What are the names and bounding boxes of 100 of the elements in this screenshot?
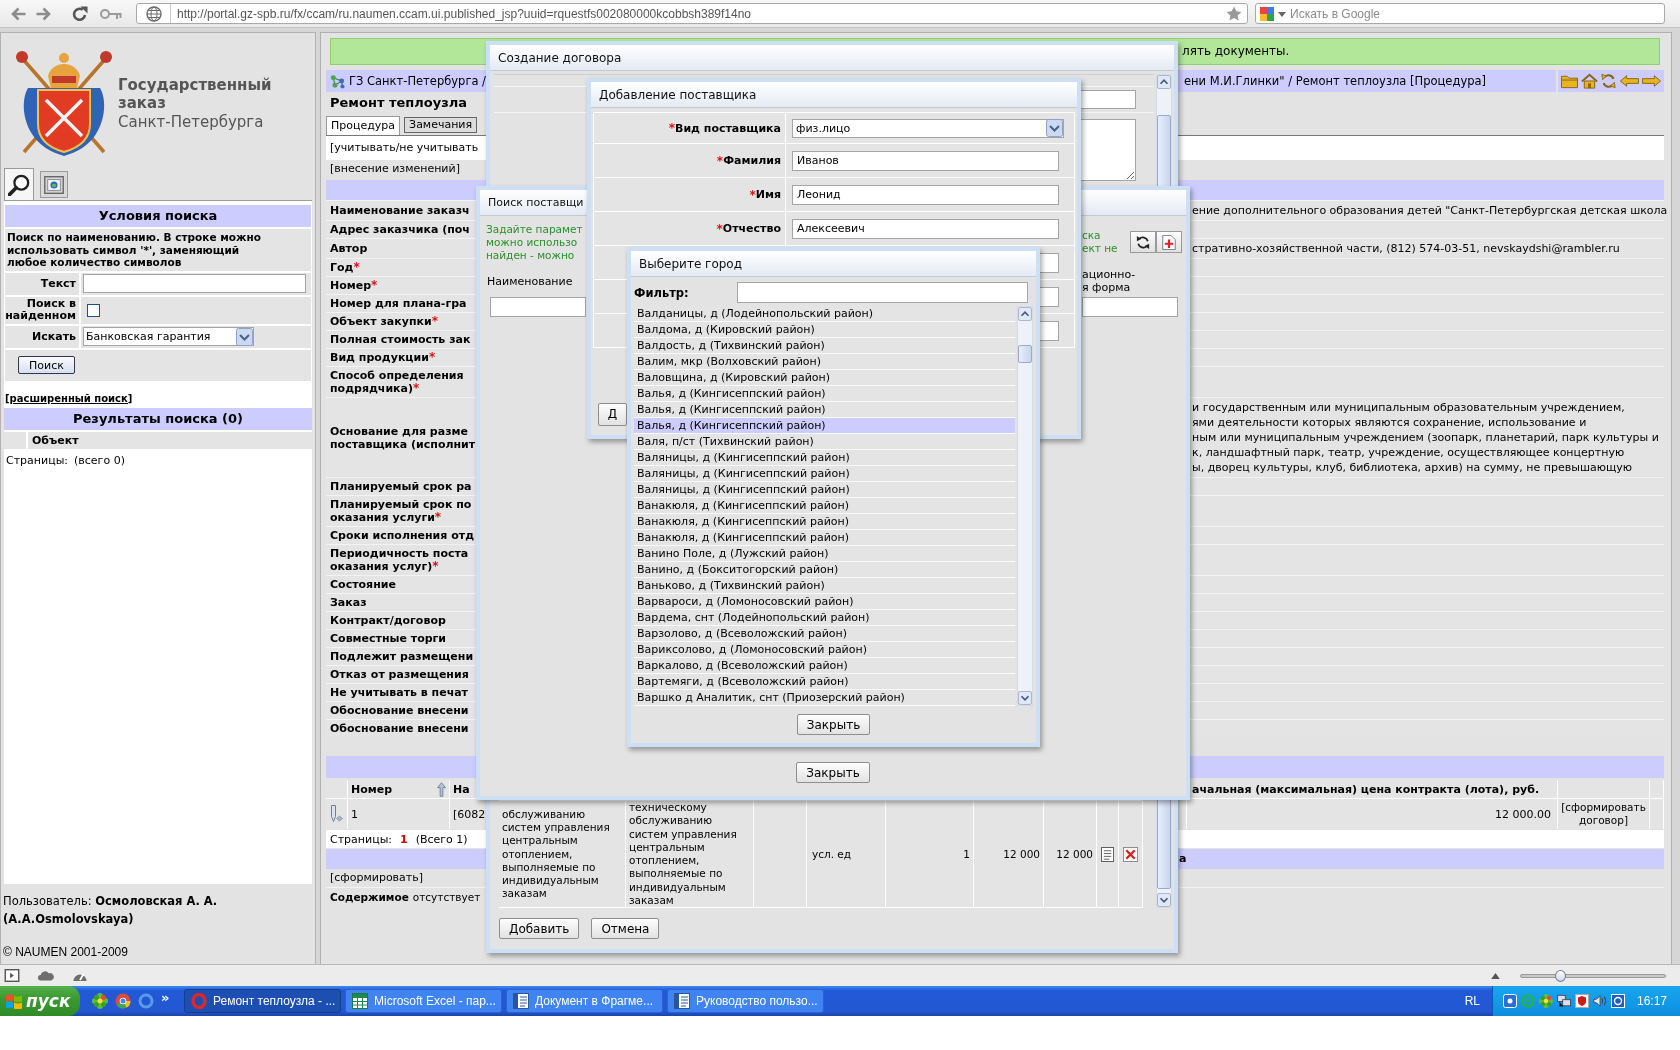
checkbox[interactable] xyxy=(87,303,100,317)
tile-icon[interactable] xyxy=(1503,994,1517,1008)
list-item[interactable]: Валим, мкр (Волховский район) xyxy=(634,354,1015,370)
text-field[interactable] xyxy=(1080,90,1136,109)
language-indicator[interactable]: RL xyxy=(1464,994,1480,1008)
refresh-button[interactable] xyxy=(1130,231,1156,253)
flower-icon[interactable] xyxy=(92,993,108,1009)
breadcrumb-link[interactable]: ГЗ Санкт-Петербурга / xyxy=(348,74,486,88)
triangle-up-icon[interactable] xyxy=(1491,972,1500,979)
search-tab[interactable] xyxy=(4,168,34,200)
list-item[interactable]: Ванино Поле, д (Лужский район) xyxy=(634,546,1015,562)
delete-icon[interactable] xyxy=(1123,846,1138,862)
action-link[interactable]: [сформировать] xyxy=(330,871,424,884)
list-item[interactable]: Вартемяги, д (Всеволожский район) xyxy=(634,674,1015,690)
dialog-button[interactable]: Д xyxy=(598,402,627,426)
list-item[interactable]: Ванакюля, д (Кингисеппский район) xyxy=(634,514,1015,530)
picture-tab[interactable] xyxy=(40,171,68,198)
list-item[interactable]: Варкалово, д (Всеволожский район) xyxy=(634,658,1015,674)
pen-icon[interactable] xyxy=(329,805,343,823)
text-field[interactable]: Леонид xyxy=(792,184,1059,205)
tile-icon[interactable] xyxy=(1611,994,1625,1008)
refresh-icon[interactable] xyxy=(1600,73,1618,89)
reload-icon[interactable] xyxy=(72,5,88,22)
list-item[interactable]: Валдость, д (Тихвинский район) xyxy=(634,338,1015,354)
shield-icon[interactable] xyxy=(1575,994,1589,1008)
list-item[interactable]: Варвароси, д (Ломоносовский район) xyxy=(634,594,1015,610)
home-icon[interactable] xyxy=(1580,73,1598,89)
text-area[interactable] xyxy=(1080,118,1136,181)
sort-arrow-icon[interactable] xyxy=(437,781,446,797)
scroll-down-icon[interactable] xyxy=(1157,893,1171,907)
list-item[interactable]: Варшко д Аналитик, снт (Приозерский район) xyxy=(634,690,1015,706)
filter-field[interactable] xyxy=(1082,296,1178,317)
tab[interactable]: Процедура xyxy=(326,116,401,135)
page-link[interactable]: 1 xyxy=(400,832,408,846)
close-button[interactable]: Закрыть xyxy=(796,762,870,783)
list-item[interactable]: Валовщина, д (Кировский район) xyxy=(634,370,1015,386)
advanced-search-link[interactable]: [расширенный поиск] xyxy=(5,392,133,404)
required-mark: * xyxy=(749,187,756,202)
list-item[interactable]: Валданицы, д (Лодейнопольский район) xyxy=(634,306,1015,322)
tab[interactable]: Замечания xyxy=(404,117,478,133)
list-item[interactable]: Валя, п/ст (Тихвинский район) xyxy=(634,434,1015,450)
key-icon[interactable] xyxy=(100,7,122,20)
list-item[interactable]: Ванакюля, д (Кингисеппский район) xyxy=(634,498,1015,514)
list-item[interactable]: Валья, д (Кингисеппский район) xyxy=(634,386,1015,402)
scroll-up-icon[interactable] xyxy=(1018,307,1032,321)
list-item[interactable]: Валяницы, д (Кингисеппский район) xyxy=(634,450,1015,466)
text-field[interactable]: Иванов xyxy=(792,150,1059,171)
list-item[interactable]: Валяницы, д (Кингисеппский район) xyxy=(634,482,1015,498)
list-item[interactable]: Ванакюля, д (Кингисеппский район) xyxy=(634,530,1015,546)
start-button[interactable]: пуск xyxy=(0,986,80,1016)
document-icon[interactable] xyxy=(1101,846,1114,862)
text-field[interactable] xyxy=(83,274,306,293)
star-icon[interactable] xyxy=(1226,6,1242,21)
list-item[interactable]: Ваньково, д (Тихвинский район) xyxy=(634,578,1015,594)
taskbar-button[interactable]: Ремонт теплоузла - ... xyxy=(184,989,341,1013)
speaker-icon[interactable] xyxy=(1593,994,1607,1008)
arrow-left-icon[interactable] xyxy=(1620,75,1640,87)
squares-icon[interactable] xyxy=(1260,7,1274,21)
dropdown[interactable]: физ.лицо xyxy=(792,118,1064,138)
forward-icon[interactable] xyxy=(36,6,52,21)
arrow-right-icon[interactable] xyxy=(1641,75,1661,87)
slider-thumb[interactable] xyxy=(1554,969,1566,982)
caret-icon[interactable] xyxy=(1278,11,1286,17)
cloud-icon[interactable] xyxy=(38,969,54,982)
text-field[interactable]: Алексеевич xyxy=(792,218,1059,239)
taskbar-button[interactable]: Microsoft Excel - пар... xyxy=(345,989,502,1013)
list-item[interactable]: Валдома, д (Кировский район) xyxy=(634,322,1015,338)
address-field[interactable]: http://portal.gz-spb.ru/fx/ccam/ru.naumen.ccam.ui.published_jsp?uuid=rquestfs002080000kcobbsh389f14no xyxy=(136,3,1248,24)
search-button[interactable]: Поиск xyxy=(18,356,75,374)
action-link[interactable]: [учитывать/не учитывать xyxy=(330,141,479,154)
network-icon[interactable] xyxy=(1557,994,1571,1008)
filter-field[interactable] xyxy=(490,296,586,317)
list-item[interactable]: Валья, д (Кингисеппский район) xyxy=(634,402,1015,418)
list-item[interactable]: Вардема, снт (Лодейнопольский район) xyxy=(634,610,1015,626)
more-button[interactable]: » xyxy=(161,989,170,1005)
taskbar-button[interactable]: Руководство пользо... xyxy=(667,989,824,1013)
globe-icon[interactable] xyxy=(145,5,162,22)
folder-icon[interactable] xyxy=(1561,73,1579,89)
list-item[interactable]: Ванино, д (Бокситогорский район) xyxy=(634,562,1015,578)
scroll-down-icon[interactable] xyxy=(1018,691,1032,705)
list-item[interactable]: Вариксолово, д (Ломоносовский район) xyxy=(634,642,1015,658)
action-link[interactable]: [сформировать договор] xyxy=(1558,799,1650,829)
list-item[interactable]: Валяницы, д (Кингисеппский район) xyxy=(634,466,1015,482)
action-link[interactable]: [внесение изменений] xyxy=(330,162,460,175)
taskbar-button[interactable]: Документ в Фрагме... xyxy=(506,989,663,1013)
close-button[interactable]: Закрыть xyxy=(796,714,871,735)
dialog-button[interactable]: Добавить xyxy=(499,918,580,939)
search-field[interactable]: Искать в Google xyxy=(1255,3,1665,24)
wheel-icon[interactable] xyxy=(115,993,131,1009)
scrollbar[interactable] xyxy=(1017,306,1033,706)
dropdown[interactable]: Банковская гарантия xyxy=(83,327,254,346)
back-icon[interactable] xyxy=(10,6,26,21)
filter-field[interactable] xyxy=(737,282,1028,303)
scroll-thumb[interactable] xyxy=(1018,345,1032,363)
dialog-button[interactable]: Отмена xyxy=(591,918,660,939)
scroll-up-icon[interactable] xyxy=(1157,75,1171,89)
add-button[interactable] xyxy=(1156,231,1182,253)
panel-icon[interactable] xyxy=(4,969,20,982)
list-item[interactable]: Валья, д (Кингисеппский район) xyxy=(634,418,1015,434)
list-item[interactable]: Варзолово, д (Всеволожский район) xyxy=(634,626,1015,642)
